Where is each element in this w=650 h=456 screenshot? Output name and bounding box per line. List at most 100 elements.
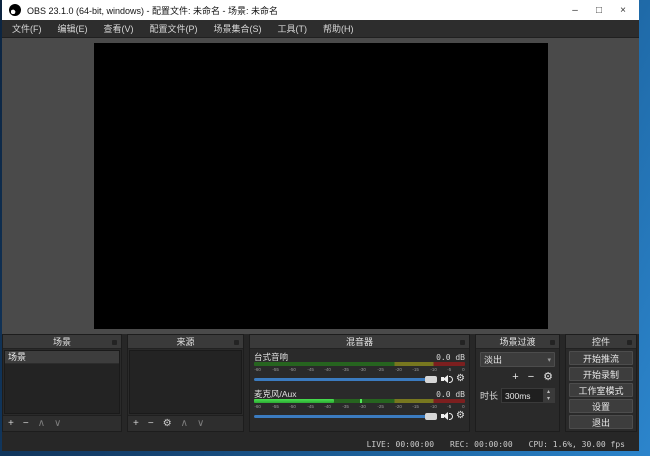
move-source-down-button[interactable]: ∨ — [197, 416, 204, 432]
menu-item-配置文件[interactable]: 配置文件(P) — [142, 20, 206, 37]
live-time: LIVE: 00:00:00 — [367, 440, 434, 449]
duration-label: 时长 — [480, 389, 498, 402]
tick-label: -30 — [360, 404, 367, 409]
add-scene-button[interactable]: + — [8, 416, 14, 432]
minimize-button[interactable]: – — [563, 1, 587, 19]
add-transition-button[interactable]: + — [512, 371, 518, 384]
duration-spinner[interactable]: 300ms ▴ ▾ — [501, 388, 555, 403]
tick-label: -15 — [413, 367, 420, 372]
tick-label: -55 — [272, 367, 279, 372]
move-scene-up-button[interactable]: ∧ — [38, 416, 45, 432]
tick-label: -30 — [360, 367, 367, 372]
preview-area — [2, 38, 639, 334]
volume-slider[interactable] — [254, 378, 437, 381]
volume-slider[interactable] — [254, 415, 437, 418]
start-streaming-button[interactable]: 开始推流 — [569, 351, 633, 365]
duration-value: 300ms — [502, 391, 543, 401]
dock-pin-icon — [234, 340, 239, 345]
add-source-button[interactable]: + — [133, 416, 139, 432]
sources-panel: 来源 +−⚙ ∧ ∨ — [127, 334, 244, 432]
dock-pin-icon — [627, 340, 632, 345]
tick-label: -50 — [290, 404, 297, 409]
preview-canvas[interactable] — [94, 43, 548, 329]
scenes-panel-header[interactable]: 场景 — [3, 335, 121, 349]
controls-panel-title: 控件 — [592, 335, 610, 348]
dock-pin-icon — [112, 340, 117, 345]
speaker-icon[interactable] — [441, 375, 452, 384]
tick-label: -15 — [413, 404, 420, 409]
move-source-up-button[interactable]: ∧ — [181, 416, 188, 432]
menu-item-场景集合[interactable]: 场景集合(S) — [206, 20, 270, 37]
controls-panel: 控件 开始推流开始录制工作室模式设置退出 — [565, 334, 637, 432]
menu-item-查看[interactable]: 查看(V) — [96, 20, 142, 37]
obs-logo-icon — [9, 4, 21, 16]
channel-db-value: 0.0 dB — [436, 353, 465, 362]
tick-label: -35 — [342, 404, 349, 409]
remove-scene-button[interactable]: − — [23, 416, 29, 432]
scene-list-item[interactable]: 场景 — [5, 351, 119, 364]
menu-item-帮助[interactable]: 帮助(H) — [315, 20, 362, 37]
sources-toolbar: +−⚙ ∧ ∨ — [128, 415, 243, 431]
volume-meter — [254, 399, 465, 403]
source-properties-button[interactable]: ⚙ — [163, 416, 172, 432]
maximize-button[interactable]: □ — [587, 1, 611, 19]
tick-label: -10 — [430, 404, 437, 409]
dock-pin-icon — [460, 340, 465, 345]
transition-properties-button[interactable]: ⚙ — [543, 371, 553, 384]
menu-item-工具[interactable]: 工具(T) — [270, 20, 316, 37]
scenes-list[interactable]: 场景 — [4, 350, 120, 414]
sources-list[interactable] — [129, 350, 242, 414]
volume-slider-handle[interactable] — [425, 376, 437, 383]
mixer-channel: 麦克风/Aux0.0 dB-60-55-50-45-40-35-30-25-20… — [254, 388, 465, 422]
window-title: OBS 23.1.0 (64-bit, windows) - 配置文件: 未命名… — [27, 4, 563, 17]
menu-item-编辑[interactable]: 编辑(E) — [50, 20, 96, 37]
dock-pin-icon — [550, 340, 555, 345]
tick-label: -40 — [325, 367, 332, 372]
transition-select[interactable]: 淡出 ▾ — [480, 352, 555, 367]
transitions-panel-header[interactable]: 场景过渡 — [476, 335, 559, 349]
spin-up-icon[interactable]: ▴ — [543, 389, 554, 396]
tick-label: -20 — [395, 404, 402, 409]
studio-mode-button[interactable]: 工作室模式 — [569, 383, 633, 397]
scenes-panel: 场景 场景 +−∧ ∨ — [2, 334, 122, 432]
mixer-panel: 混音器 台式音响0.0 dB-60-55-50-45-40-35-30-25-2… — [249, 334, 470, 432]
tick-label: -60 — [254, 367, 261, 372]
tick-label: 0 — [462, 367, 465, 372]
menu-item-文件[interactable]: 文件(F) — [4, 20, 50, 37]
dock-area: 场景 场景 +−∧∨ 来源 +−⚙∧∨ 混音器 台式音响0.0 d — [2, 334, 639, 432]
mixer-channel: 台式音响0.0 dB-60-55-50-45-40-35-30-25-20-15… — [254, 351, 465, 385]
tick-label: 0 — [462, 404, 465, 409]
start-recording-button[interactable]: 开始录制 — [569, 367, 633, 381]
speaker-icon[interactable] — [441, 412, 452, 421]
remove-source-button[interactable]: − — [148, 416, 154, 432]
gear-icon[interactable]: ⚙ — [456, 374, 465, 384]
tick-label: -55 — [272, 404, 279, 409]
settings-button[interactable]: 设置 — [569, 399, 633, 413]
channel-db-value: 0.0 dB — [436, 390, 465, 399]
tick-label: -5 — [448, 404, 452, 409]
chevron-down-icon: ▾ — [547, 356, 551, 364]
tick-label: -5 — [448, 367, 452, 372]
gear-icon[interactable]: ⚙ — [456, 411, 465, 421]
mixer-panel-title: 混音器 — [346, 335, 373, 348]
sources-panel-header[interactable]: 来源 — [128, 335, 243, 349]
scenes-toolbar: +−∧ ∨ — [3, 415, 121, 431]
mixer-panel-header[interactable]: 混音器 — [250, 335, 469, 349]
tick-label: -45 — [307, 367, 314, 372]
controls-panel-header[interactable]: 控件 — [566, 335, 636, 349]
tick-label: -35 — [342, 367, 349, 372]
tick-label: -50 — [290, 367, 297, 372]
tick-label: -60 — [254, 404, 261, 409]
cpu-fps: CPU: 1.6%, 30.00 fps — [529, 440, 625, 449]
close-button[interactable]: × — [611, 1, 635, 19]
transitions-panel-title: 场景过渡 — [499, 335, 535, 348]
transition-selected-value: 淡出 — [484, 353, 502, 366]
spin-down-icon[interactable]: ▾ — [543, 396, 554, 403]
menu-bar: 文件(F)编辑(E)查看(V)配置文件(P)场景集合(S)工具(T)帮助(H) — [2, 20, 639, 38]
tick-label: -40 — [325, 404, 332, 409]
move-scene-down-button[interactable]: ∨ — [54, 416, 61, 432]
exit-button[interactable]: 退出 — [569, 415, 633, 429]
remove-transition-button[interactable]: − — [528, 371, 534, 384]
volume-slider-handle[interactable] — [425, 413, 437, 420]
tick-label: -20 — [395, 367, 402, 372]
